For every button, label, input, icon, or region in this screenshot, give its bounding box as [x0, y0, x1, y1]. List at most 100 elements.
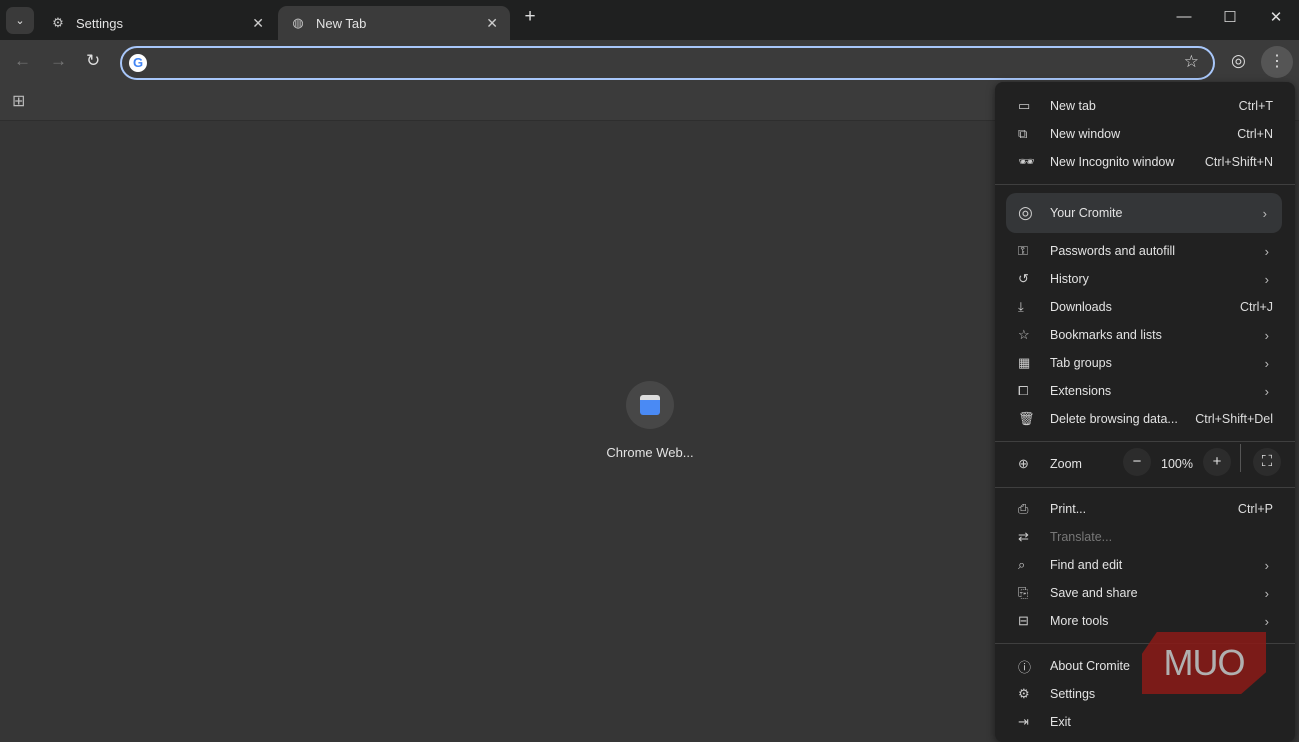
chevron-right-icon: ›	[1264, 355, 1269, 371]
new-tab-button[interactable]: +	[515, 6, 545, 28]
delete-browsing-data-icon: 🗑	[1018, 411, 1035, 426]
zoom-row: ⊕ Zoom −100% + ⛶	[995, 444, 1295, 478]
back-button[interactable]: ←	[14, 51, 31, 71]
account-circle-icon: ◎	[1018, 203, 1033, 222]
menu-item-extensions[interactable]: ⧠ Extensions ›	[995, 377, 1295, 405]
menu-item-your-cromite[interactable]: ◎ Your Cromite ›	[1006, 193, 1282, 233]
menu-item-translate: ⇄ Translate...	[995, 523, 1295, 551]
menu-item-label: History	[1050, 272, 1089, 286]
new-window-icon: ⧉	[1018, 126, 1028, 141]
menu-item-label: Tab groups	[1050, 356, 1112, 370]
menu-item-label: Your Cromite	[1050, 206, 1123, 220]
menu-item-bookmarks-and-lists[interactable]: ☆ Bookmarks and lists ›	[995, 321, 1295, 349]
menu-item-save-and-share[interactable]: ⎘ Save and share ›	[995, 579, 1295, 607]
menu-item-history[interactable]: ↺ History ›	[995, 265, 1295, 293]
menu-item-label: Exit	[1050, 715, 1071, 729]
find-and-edit-icon: ⌕	[1018, 557, 1026, 572]
menu-item-print[interactable]: ⎙ Print... Ctrl+P	[995, 495, 1295, 523]
menu-divider	[995, 441, 1295, 442]
chevron-right-icon: ›	[1262, 205, 1267, 221]
menu-button[interactable]: ⋮	[1261, 46, 1293, 78]
tab-title: Settings	[76, 15, 123, 31]
menu-item-passwords-and-autofill[interactable]: ⚿ Passwords and autofill ›	[995, 237, 1295, 265]
shortcut-label: Ctrl+Shift+Del	[1195, 412, 1273, 426]
close-window-button[interactable]: ✕	[1261, 8, 1291, 26]
menu-divider	[995, 487, 1295, 488]
toolbar: ← → ↻ G ☆ ◎ ⋮	[0, 40, 1299, 84]
menu-item-more-tools[interactable]: ⊟ More tools ›	[995, 607, 1295, 635]
menu-item-exit[interactable]: ⇥ Exit	[995, 708, 1295, 736]
shortcut-tile[interactable]: Chrome Web...	[605, 381, 695, 460]
apps-grid-icon[interactable]: ⊞	[12, 91, 25, 111]
save-and-share-icon: ⎘	[1018, 585, 1029, 600]
close-tab-icon[interactable]: ✕	[252, 15, 264, 32]
omnibox[interactable]: G ☆	[120, 46, 1215, 80]
shortcut-label: Ctrl+T	[1238, 99, 1273, 113]
new-tab-icon: ▭	[1018, 98, 1031, 113]
menu-item-new-tab[interactable]: ▭ New tab Ctrl+T	[995, 92, 1295, 120]
minimize-button[interactable]: —	[1169, 8, 1199, 25]
zoom-icon: ⊕	[1018, 456, 1029, 471]
passwords-and-autofill-icon: ⚿	[1018, 243, 1028, 258]
muo-watermark: MUO	[1142, 632, 1266, 694]
shortcut-label: Ctrl+Shift+N	[1204, 155, 1273, 169]
downloads-icon: ⤓	[1018, 299, 1024, 314]
chevron-right-icon: ›	[1264, 327, 1269, 343]
translate-icon: ⇄	[1018, 529, 1029, 544]
menu-item-label: Passwords and autofill	[1050, 244, 1176, 258]
reload-button[interactable]: ↻	[86, 51, 100, 71]
menu-item-label: Find and edit	[1050, 558, 1123, 572]
google-icon: G	[129, 54, 147, 72]
chevron-right-icon: ›	[1264, 271, 1269, 287]
extensions-icon: ⧠	[1018, 383, 1029, 398]
print-icon: ⎙	[1018, 501, 1029, 516]
forward-button[interactable]: →	[50, 51, 67, 71]
menu-item-label: More tools	[1050, 614, 1109, 628]
tab-strip: ⌄ ⚙ Settings ✕ ◍ New Tab ✕ + — ☐ ✕	[0, 0, 1299, 40]
zoom-out-button[interactable]: −	[1123, 448, 1151, 476]
tab-search-button[interactable]: ⌄	[6, 7, 34, 34]
menu-item-label: Save and share	[1050, 586, 1138, 600]
menu-item-downloads[interactable]: ⤓ Downloads Ctrl+J	[995, 293, 1295, 321]
menu-item-find-and-edit[interactable]: ⌕ Find and edit ›	[995, 551, 1295, 579]
menu-item-tab-groups[interactable]: ▦ Tab groups ›	[995, 349, 1295, 377]
close-tab-icon[interactable]: ✕	[486, 15, 498, 32]
history-icon: ↺	[1018, 271, 1029, 286]
zoom-in-button[interactable]: +	[1203, 448, 1231, 476]
shortcut-label: Chrome Web...	[606, 445, 694, 460]
menu-item-label: Bookmarks and lists	[1050, 328, 1162, 342]
exit-icon: ⇥	[1018, 714, 1029, 729]
shortcut-label: Ctrl+P	[1237, 502, 1273, 516]
new-incognito-window-icon: 🕶	[1018, 154, 1035, 169]
settings-icon: ⚙	[1018, 686, 1030, 701]
gear-icon: ⚙	[52, 15, 64, 30]
menu-item-new-incognito-window[interactable]: 🕶 New Incognito window Ctrl+Shift+N	[995, 148, 1295, 176]
profile-icon[interactable]: ◎	[1231, 51, 1246, 71]
shortcut-label: Ctrl+N	[1237, 127, 1273, 141]
web-store-icon	[626, 381, 674, 429]
maximize-button[interactable]: ☐	[1215, 8, 1245, 26]
tab-groups-icon: ▦	[1018, 355, 1031, 370]
menu-item-new-window[interactable]: ⧉ New window Ctrl+N	[995, 120, 1295, 148]
bookmark-star-icon[interactable]: ☆	[1184, 52, 1199, 72]
menu-item-label: Extensions	[1050, 384, 1112, 398]
menu-item-delete-browsing-data[interactable]: 🗑 Delete browsing data... Ctrl+Shift+Del	[995, 405, 1295, 433]
globe-icon: ◍	[292, 15, 304, 30]
chevron-right-icon: ›	[1264, 383, 1269, 399]
tab-settings[interactable]: ⚙ Settings ✕	[38, 6, 276, 40]
shortcut-label: Ctrl+J	[1240, 300, 1273, 314]
chevron-right-icon: ›	[1264, 557, 1269, 573]
about-cromite-icon: ⓘ	[1018, 659, 1032, 675]
menu-item-label: Translate...	[1050, 530, 1113, 544]
bookmarks-and-lists-icon: ☆	[1018, 327, 1030, 342]
more-tools-icon: ⊟	[1018, 613, 1029, 628]
zoom-divider	[1240, 444, 1241, 472]
chevron-right-icon: ›	[1264, 243, 1269, 259]
menu-divider	[995, 184, 1295, 185]
tab-new-tab[interactable]: ◍ New Tab ✕	[278, 6, 510, 40]
zoom-value: 100%	[1161, 457, 1193, 471]
fullscreen-button[interactable]: ⛶	[1253, 448, 1281, 476]
chevron-right-icon: ›	[1264, 613, 1269, 629]
tab-title: New Tab	[316, 15, 367, 31]
chevron-right-icon: ›	[1264, 585, 1269, 601]
